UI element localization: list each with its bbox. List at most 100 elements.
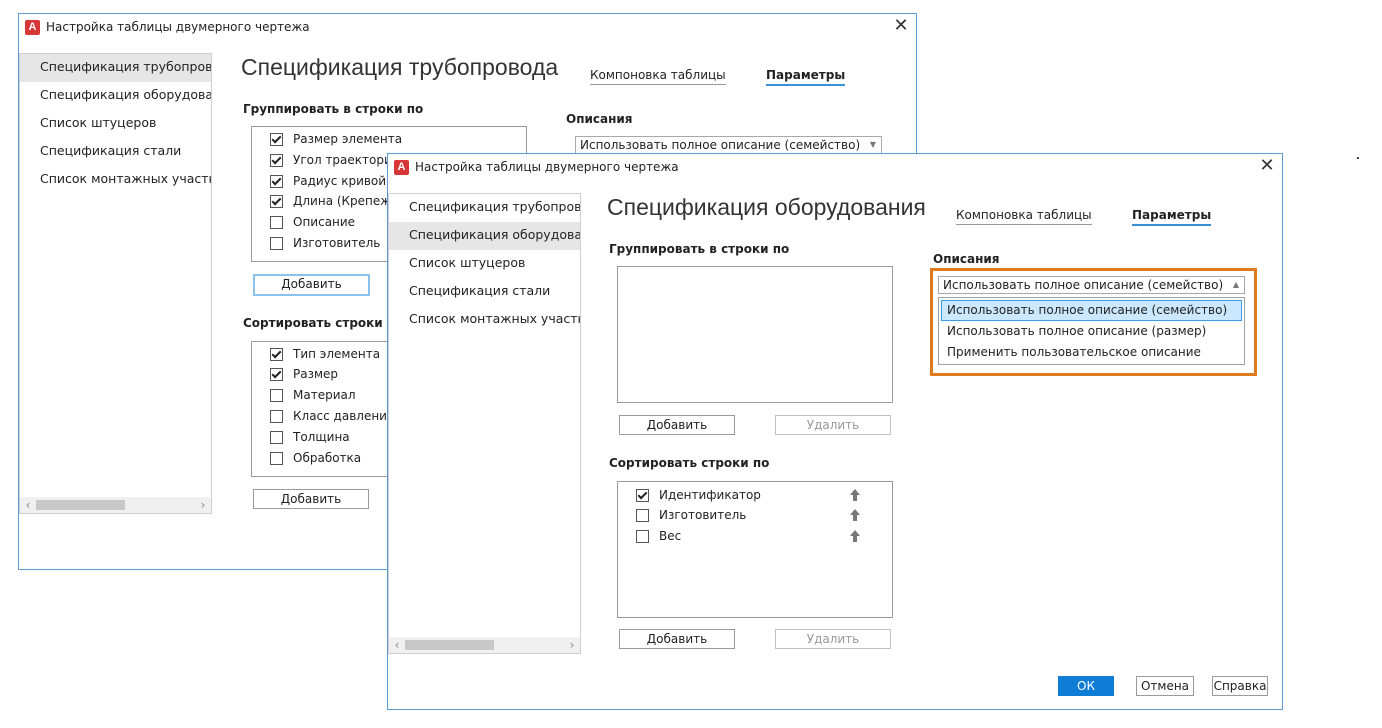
horizontal-scrollbar[interactable]: ‹ › <box>20 497 211 513</box>
checkbox[interactable] <box>270 347 283 361</box>
description-dropdown: Использовать полное описание (семейство)… <box>938 297 1245 365</box>
scroll-right-icon[interactable]: › <box>565 637 579 653</box>
item-label: Изготовитель <box>293 236 381 250</box>
dropdown-option[interactable]: Использовать полное описание (семейство) <box>941 300 1242 321</box>
list-item[interactable]: Изготовитель <box>636 505 892 525</box>
window-title: Настройка таблицы двумерного чертежа <box>46 20 310 34</box>
list-item[interactable]: Изготовитель <box>270 233 380 253</box>
move-up-icon[interactable] <box>850 509 860 521</box>
page-title: Спецификация оборудования <box>607 194 926 220</box>
checkbox[interactable] <box>270 409 283 423</box>
list-item[interactable]: Материал <box>270 385 356 405</box>
scroll-right-icon[interactable]: › <box>196 497 210 513</box>
nav-item-equipment-spec[interactable]: Спецификация оборудования <box>20 82 211 110</box>
nav-item-equipment-spec[interactable]: Спецификация оборудования <box>389 222 580 250</box>
dropdown-option[interactable]: Использовать полное описание (размер) <box>941 321 1242 342</box>
nav-item-steel-spec[interactable]: Спецификация стали <box>20 138 211 166</box>
checkbox[interactable] <box>270 153 283 167</box>
checkbox[interactable] <box>270 194 283 208</box>
select-value: Использовать полное описание (семейство) <box>943 278 1224 292</box>
description-select[interactable]: Использовать полное описание (семейство)… <box>575 136 882 154</box>
list-item[interactable]: Толщина <box>270 427 350 447</box>
tab-parameters[interactable]: Параметры <box>1132 208 1212 226</box>
title-bar: A Настройка таблицы двумерного чертежа ✕ <box>388 154 1282 182</box>
nav-item-spool-list[interactable]: Список монтажных участков <box>20 166 211 194</box>
help-button[interactable]: Справка <box>1212 676 1268 696</box>
list-item[interactable]: Обработка <box>270 448 361 468</box>
move-up-icon[interactable] <box>850 489 860 501</box>
list-item[interactable]: Размер <box>270 364 338 384</box>
nav-item-steel-spec[interactable]: Спецификация стали <box>389 278 580 306</box>
item-label: Обработка <box>293 451 362 465</box>
descriptions-label: Описания <box>566 112 633 126</box>
description-select[interactable]: Использовать полное описание (семейство)… <box>938 276 1245 294</box>
list-item[interactable]: Класс давления <box>270 406 394 426</box>
checkbox[interactable] <box>270 430 283 444</box>
sort-rows-label: Сортировать строки по <box>609 456 770 470</box>
autocad-plant-icon: A <box>394 160 409 175</box>
checkbox[interactable] <box>270 388 283 402</box>
dialog-equipment-spec: A Настройка таблицы двумерного чертежа ✕… <box>387 153 1283 710</box>
horizontal-scrollbar[interactable]: ‹ › <box>389 637 580 653</box>
ok-button[interactable]: ОК <box>1058 676 1114 696</box>
scroll-thumb[interactable] <box>405 640 494 650</box>
group-rows-label: Группировать в строки по <box>609 242 790 256</box>
list-item[interactable]: Тип элемента <box>270 344 380 364</box>
page-title: Спецификация трубопровода <box>241 54 559 80</box>
nav-item-nozzle-list[interactable]: Список штуцеров <box>20 110 211 138</box>
list-item[interactable]: Радиус кривой ( <box>270 171 395 191</box>
group-rows-label: Группировать в строки по <box>243 102 424 116</box>
checkbox[interactable] <box>270 132 283 146</box>
stray-dot <box>1357 157 1359 159</box>
list-item[interactable]: Длина (Крепежи <box>270 191 399 211</box>
checkbox[interactable] <box>270 236 283 250</box>
close-icon[interactable]: ✕ <box>1258 156 1276 176</box>
item-label: Класс давления <box>293 409 395 423</box>
checkbox[interactable] <box>270 367 283 381</box>
scroll-thumb[interactable] <box>36 500 125 510</box>
list-item[interactable]: Угол траектории <box>270 150 400 170</box>
delete-group-button[interactable]: Удалить <box>775 415 891 435</box>
descriptions-label: Описания <box>933 252 1000 266</box>
tab-table-layout[interactable]: Компоновка таблицы <box>590 68 726 85</box>
item-label: Изготовитель <box>659 508 747 522</box>
add-sort-button[interactable]: Добавить <box>619 629 735 649</box>
nav-item-pipeline-spec[interactable]: Спецификация трубопровода <box>389 194 580 222</box>
item-label: Размер <box>293 367 339 381</box>
nav-list: Спецификация трубопровода Спецификация о… <box>19 53 212 514</box>
move-up-icon[interactable] <box>850 530 860 542</box>
delete-sort-button[interactable]: Удалить <box>775 629 891 649</box>
dropdown-option[interactable]: Применить пользовательское описание <box>941 342 1242 363</box>
tab-parameters[interactable]: Параметры <box>766 68 846 86</box>
list-item[interactable]: Идентификатор <box>636 485 892 505</box>
checkbox[interactable] <box>636 488 649 502</box>
close-icon[interactable]: ✕ <box>892 16 910 36</box>
item-label: Вес <box>659 529 682 543</box>
checkbox[interactable] <box>270 174 283 188</box>
add-group-button[interactable]: Добавить <box>253 274 370 296</box>
checkbox[interactable] <box>636 529 649 543</box>
cancel-button[interactable]: Отмена <box>1136 676 1194 696</box>
nav-item-pipeline-spec[interactable]: Спецификация трубопровода <box>20 54 211 82</box>
item-label: Описание <box>293 215 356 229</box>
checkbox[interactable] <box>270 215 283 229</box>
nav-item-nozzle-list[interactable]: Список штуцеров <box>389 250 580 278</box>
tab-table-layout[interactable]: Компоновка таблицы <box>956 208 1092 225</box>
sort-rows-label: Сортировать строки по <box>243 316 404 330</box>
select-value: Использовать полное описание (семейство) <box>580 138 861 152</box>
list-item[interactable]: Описание <box>270 212 355 232</box>
window-title: Настройка таблицы двумерного чертежа <box>415 160 679 174</box>
nav-item-spool-list[interactable]: Список монтажных участков <box>389 306 580 334</box>
list-item[interactable]: Размер элемента <box>270 129 402 149</box>
chevron-up-icon: ▲ <box>1232 280 1239 289</box>
add-sort-button[interactable]: Добавить <box>253 489 369 509</box>
list-item[interactable]: Вес <box>636 526 892 546</box>
item-label: Радиус кривой ( <box>293 174 395 188</box>
item-label: Материал <box>293 388 356 402</box>
scroll-left-icon[interactable]: ‹ <box>390 637 404 653</box>
add-group-button[interactable]: Добавить <box>619 415 735 435</box>
checkbox[interactable] <box>636 508 649 522</box>
item-label: Угол траектории <box>293 153 400 167</box>
checkbox[interactable] <box>270 451 283 465</box>
scroll-left-icon[interactable]: ‹ <box>21 497 35 513</box>
